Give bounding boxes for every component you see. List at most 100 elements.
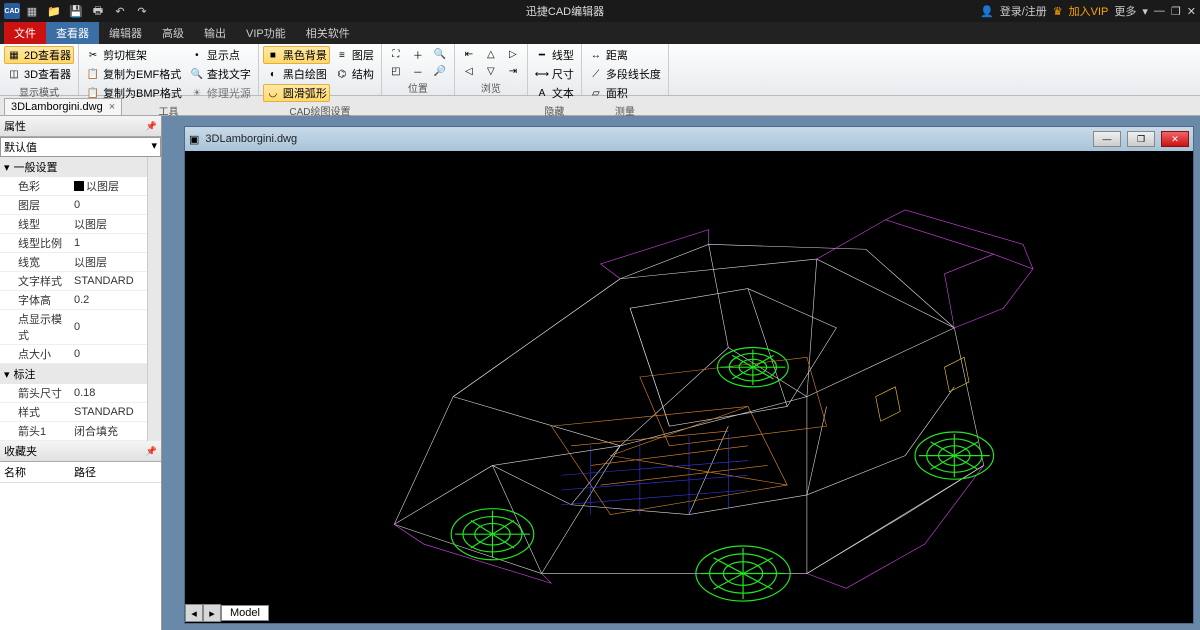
last-icon: ⇥	[506, 64, 520, 78]
prop-row[interactable]: 线宽以图层	[0, 253, 161, 272]
btn-distance[interactable]: ↔距离	[586, 46, 664, 64]
prop-row[interactable]: 线型比例1	[0, 234, 161, 253]
nav-btn[interactable]: ⇤	[459, 46, 479, 62]
login-link[interactable]: 登录/注册	[1000, 3, 1047, 19]
user-icon[interactable]: 👤	[980, 5, 994, 18]
prop-value[interactable]: 闭合填充	[70, 422, 161, 440]
nav-btn[interactable]: ◁	[459, 63, 479, 79]
prop-value[interactable]: STANDARD	[70, 403, 161, 421]
minimize-button[interactable]: —	[1154, 5, 1165, 17]
nav-btn[interactable]: ▷	[503, 46, 523, 62]
close-tab-icon[interactable]: ×	[109, 101, 115, 113]
maximize-button[interactable]: ❐	[1171, 5, 1181, 18]
prop-row[interactable]: 点大小0	[0, 345, 161, 364]
btn-area[interactable]: ▱面积	[586, 84, 664, 102]
prop-value[interactable]: 以图层	[70, 177, 161, 195]
pos-btn[interactable]: ⛶	[386, 46, 406, 62]
redo-icon[interactable]: ↷	[134, 3, 150, 19]
open-icon[interactable]: 📁	[46, 3, 62, 19]
docwin-titlebar[interactable]: ▣ 3DLamborgini.dwg — ❐ ✕	[185, 127, 1193, 151]
copy-icon: 📋	[86, 67, 100, 81]
bg-icon: ■	[266, 48, 280, 62]
menu-vip[interactable]: VIP功能	[236, 22, 296, 44]
prop-row[interactable]: 图层0	[0, 196, 161, 215]
menu-related[interactable]: 相关软件	[296, 22, 360, 44]
pos-btn[interactable]: －	[408, 63, 428, 79]
category-annotate[interactable]: ▾标注	[0, 364, 161, 384]
btn-dimension[interactable]: ⟷尺寸	[532, 65, 577, 83]
fit-icon: ⛶	[389, 47, 403, 61]
prop-row[interactable]: 点显示模式0	[0, 310, 161, 345]
zoomin2-icon: 🔍	[433, 47, 447, 61]
menu-viewer[interactable]: 查看器	[46, 22, 99, 44]
prop-row[interactable]: 字体高0.2	[0, 291, 161, 310]
btn-repair-halo[interactable]: ☀修理光源	[187, 84, 254, 102]
prop-value[interactable]: 0	[70, 310, 161, 344]
chevron-down-icon[interactable]: ▾	[1142, 5, 1148, 18]
docwin-maximize[interactable]: ❐	[1127, 131, 1155, 147]
model-tab[interactable]: Model	[221, 605, 269, 621]
prop-value[interactable]: 0.18	[70, 384, 161, 402]
prop-row[interactable]: 样式STANDARD	[0, 403, 161, 422]
btn-layer[interactable]: ≡图层	[332, 46, 377, 64]
menu-output[interactable]: 输出	[194, 22, 236, 44]
prop-row[interactable]: 箭头尺寸0.18	[0, 384, 161, 403]
btn-copy-emf[interactable]: 📋复制为EMF格式	[83, 65, 185, 83]
btn-3d-viewer[interactable]: ◫3D查看器	[4, 65, 74, 83]
defaults-combo[interactable]: 默认值▾	[0, 137, 161, 157]
btn-polylen[interactable]: ⟋多段线长度	[586, 65, 664, 83]
menu-file[interactable]: 文件	[4, 22, 46, 44]
pos-btn[interactable]: 🔍	[430, 46, 450, 62]
btn-black-bg[interactable]: ■黑色背景	[263, 46, 330, 64]
more-button[interactable]: 更多	[1114, 3, 1136, 19]
btn-text[interactable]: A文本	[532, 84, 577, 102]
nav-btn[interactable]: ⇥	[503, 63, 523, 79]
print-icon[interactable]: 🖶	[90, 3, 106, 19]
pin-icon[interactable]: 📌	[146, 446, 157, 457]
prop-value[interactable]: 以图层	[70, 253, 161, 271]
btn-find-text[interactable]: 🔍查找文字	[187, 65, 254, 83]
prop-value[interactable]: 以图层	[70, 215, 161, 233]
favorites-header[interactable]: 收藏夹📌	[0, 441, 161, 462]
prop-row[interactable]: 色彩以图层	[0, 177, 161, 196]
prop-row[interactable]: 线型以图层	[0, 215, 161, 234]
undo-icon[interactable]: ↶	[112, 3, 128, 19]
vip-link[interactable]: 加入VIP	[1069, 3, 1109, 19]
prop-value[interactable]: 0.2	[70, 291, 161, 309]
prop-row[interactable]: 箭头1闭合填充	[0, 422, 161, 441]
new-icon[interactable]: ▦	[24, 3, 40, 19]
docwin-close[interactable]: ✕	[1161, 131, 1189, 147]
properties-header[interactable]: 属性📌	[0, 116, 161, 137]
prop-value[interactable]: 0	[70, 196, 161, 214]
tab-next[interactable]: ▸	[203, 604, 221, 622]
docwin-minimize[interactable]: —	[1093, 131, 1121, 147]
group-label: 浏览	[459, 79, 523, 95]
prop-value[interactable]: 0	[70, 345, 161, 363]
document-tab[interactable]: 3DLamborgini.dwg ×	[4, 98, 122, 115]
tab-prev[interactable]: ◂	[185, 604, 203, 622]
btn-struct[interactable]: ⌬结构	[332, 65, 377, 83]
btn-clip-frame[interactable]: ✂剪切框架	[83, 46, 185, 64]
prop-row[interactable]: 文字样式STANDARD	[0, 272, 161, 291]
nav-btn[interactable]: ▽	[481, 63, 501, 79]
btn-smooth-arc[interactable]: ◡圆滑弧形	[263, 84, 330, 102]
prop-value[interactable]: 1	[70, 234, 161, 252]
btn-show-point[interactable]: •显示点	[187, 46, 254, 64]
menu-advanced[interactable]: 高级	[152, 22, 194, 44]
save-icon[interactable]: 💾	[68, 3, 84, 19]
prop-value[interactable]: STANDARD	[70, 272, 161, 290]
pos-btn[interactable]: ◰	[386, 63, 406, 79]
btn-bw-draw[interactable]: ◐黑白绘图	[263, 65, 330, 83]
viewport[interactable]	[185, 151, 1193, 603]
zoomout-icon: －	[411, 64, 425, 78]
close-button[interactable]: ✕	[1187, 5, 1196, 18]
category-general[interactable]: ▾一般设置	[0, 157, 161, 177]
pos-btn[interactable]: ＋	[408, 46, 428, 62]
pin-icon[interactable]: 📌	[146, 121, 157, 132]
menu-editor[interactable]: 编辑器	[99, 22, 152, 44]
btn-2d-viewer[interactable]: ▦2D查看器	[4, 46, 74, 64]
nav-btn[interactable]: △	[481, 46, 501, 62]
btn-linetype[interactable]: ━线型	[532, 46, 577, 64]
pos-btn[interactable]: 🔎	[430, 63, 450, 79]
sidebar: 属性📌 默认值▾ ▾一般设置 色彩以图层图层0线型以图层线型比例1线宽以图层文字…	[0, 116, 162, 630]
